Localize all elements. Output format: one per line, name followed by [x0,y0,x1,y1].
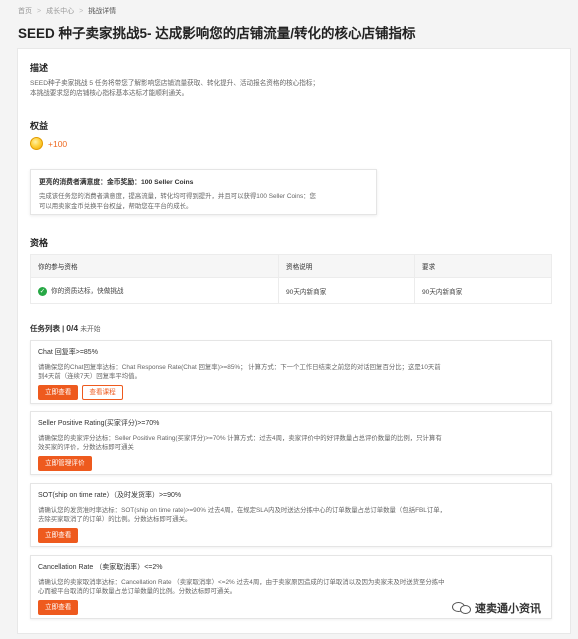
manage-ratings-button[interactable]: 立即管理评价 [38,456,92,471]
benefits-heading: 权益 [30,121,49,131]
watermark: 速卖通小资讯 [452,600,541,616]
task-description: 请确保您的Chat回复率达标：Chat Response Rate(Chat 回… [38,363,544,381]
task-description-line: 请确认您的发货准时率达标：SOT(ship on time rate)>=90%… [38,507,446,514]
description-line: 本挑战要求您的店铺核心指标基本达标才能顺利通关。 [30,90,189,97]
eligibility-cell: ✓ 你的资质达标，快做挑战 [30,277,279,304]
benefit-line: 完成该任务您的消费者满意度，提高流量，转化均可得到提升，并且可以获得100 Se… [39,193,316,200]
task-description-line: 去除买家取消了的订单）的比例。分数达标即可通关。 [38,516,192,523]
breadcrumb-home[interactable]: 首页 [18,8,32,15]
description-line: SEED种子卖家挑战 5 任务将带您了解影响您店铺流量获取、转化提升、活动报名资… [30,80,320,87]
task-title: Seller Positive Rating(买家评分)>=70% [38,420,160,427]
task-list-header: 任务列表 | 0/4 未开始 [30,323,101,334]
task-card: Seller Positive Rating(买家评分)>=70% 请确保您的卖… [30,411,552,475]
column-header: 你的参与资格 [30,254,279,278]
table-header-row: 你的参与资格 资格说明 要求 [30,254,552,278]
page: 首页 > 成长中心 > 挑战详情 SEED 种子卖家挑战5- 达成影响您的店铺流量/转化… [0,0,578,639]
breadcrumb: 首页 > 成长中心 > 挑战详情 [18,6,116,16]
benefit-box: 更亮的消费者满意度：金币奖励：100 Seller Coins 完成该任务您的消… [30,169,377,215]
qualification-table: 你的参与资格 资格说明 要求 ✓ 你的资质达标，快做挑战 90天内新商家 90天内… [30,254,552,304]
breadcrumb-current: 挑战详情 [88,8,117,15]
description-text: SEED种子卖家挑战 5 任务将带您了解影响您店铺流量获取、转化提升、活动报名资… [30,79,430,99]
task-card: SOT(ship on time rate）（及时发货率）>=90% 请确认您的… [30,483,552,547]
task-description: 请确认您的发货准时率达标：SOT(ship on time rate)>=90%… [38,506,544,524]
task-status: 未开始 [80,326,101,333]
task-description-line: 请确保您的卖家评分达标：Seller Positive Rating(买家评分)… [38,435,442,442]
task-list-label: 任务列表 [30,324,60,333]
task-description-line: 到4天前（连续7天）回复率平均值。 [38,373,141,380]
view-now-button[interactable]: 立即查看 [38,600,79,615]
breadcrumb-separator: > [79,8,84,15]
task-title: Cancellation Rate （卖家取消率）<=2% [38,564,163,571]
watermark-text: 速卖通小资讯 [475,603,541,615]
view-course-button[interactable]: 查看课程 [82,385,123,400]
task-description-line: 心而被平台取消的订单数量占总订单数量的比例。分数达标即可通关。 [38,588,237,595]
page-title: SEED 种子卖家挑战5- 达成影响您的店铺流量/转化的核心店铺指标 [18,26,416,41]
task-title: Chat 回复率>=85% [38,349,98,356]
view-now-button[interactable]: 立即查看 [38,528,79,543]
check-circle-icon: ✓ [38,286,47,296]
coin-icon [30,137,43,150]
explanation-cell: 90天内新商家 [278,277,415,304]
task-description-line: 请确保您的Chat回复率达标：Chat Response Rate(Chat 回… [38,364,441,371]
description-heading: 描述 [30,63,49,73]
wechat-icon [452,601,472,615]
qualification-heading: 资格 [30,238,49,248]
coin-reward: +100 [30,137,67,150]
view-now-button[interactable]: 立即查看 [38,385,79,400]
task-progress: 0/4 [66,323,79,333]
task-title: SOT(ship on time rate）（及时发货率）>=90% [38,492,182,499]
task-card: Chat 回复率>=85% 请确保您的Chat回复率达标：Chat Respon… [30,340,552,404]
task-description-line: 请确认您的卖家取消率达标：Cancellation Rate （卖家取消率）<=… [38,579,445,586]
eligibility-text: 你的资质达标，快做挑战 [51,288,124,296]
requirement-cell: 90天内新商家 [414,277,552,304]
breadcrumb-separator: > [37,8,42,15]
column-header: 资格说明 [278,254,415,278]
task-description-line: 效买家的评价，分数达标即可通关 [38,444,134,451]
benefit-line: 可以用卖家金币兑换平台权益，帮助您在平台的成长。 [39,202,193,210]
benefit-title: 更亮的消费者满意度：金币奖励：100 Seller Coins [39,179,194,186]
challenge-card: 描述 SEED种子卖家挑战 5 任务将带您了解影响您店铺流量获取、转化提升、活动… [17,48,571,634]
task-description: 请确保您的卖家评分达标：Seller Positive Rating(买家评分)… [38,434,544,452]
coin-value: +100 [48,138,68,149]
breadcrumb-growth-center[interactable]: 成长中心 [46,8,74,15]
column-header: 要求 [414,254,552,278]
benefit-text: 完成该任务您的消费者满意度，提高流量，转化均可得到提升，并且可以获得100 Se… [39,192,368,211]
table-row: ✓ 你的资质达标，快做挑战 90天内新商家 90天内新商家 [30,277,552,304]
task-description: 请确认您的卖家取消率达标：Cancellation Rate （卖家取消率）<=… [38,578,544,596]
